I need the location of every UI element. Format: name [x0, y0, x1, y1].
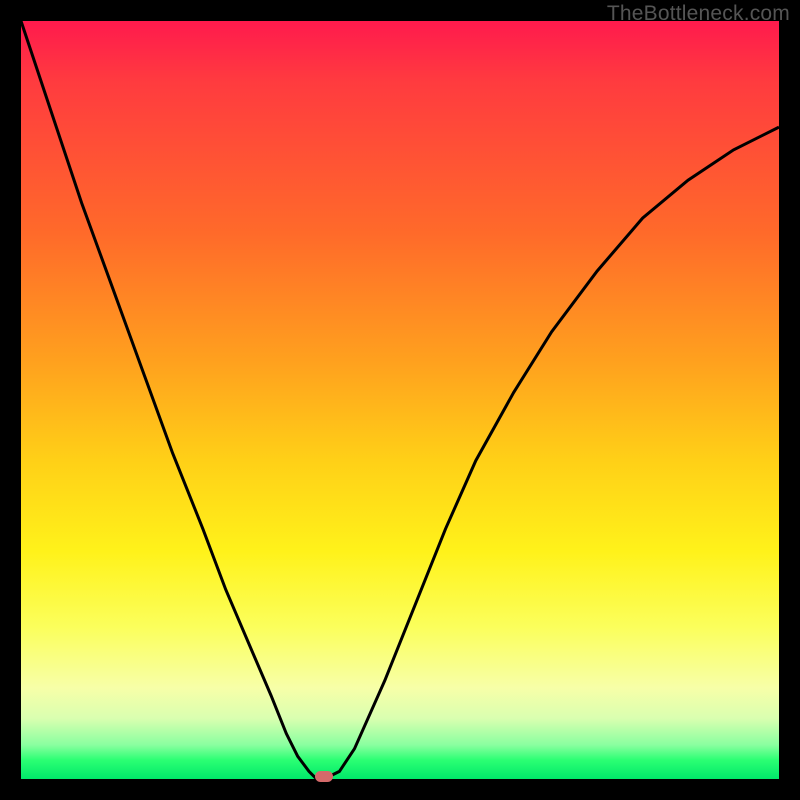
bottleneck-curve [21, 21, 779, 779]
chart-frame: TheBottleneck.com [0, 0, 800, 800]
curve-line [21, 21, 779, 779]
watermark-text: TheBottleneck.com [607, 2, 790, 26]
optimal-marker [315, 771, 333, 782]
plot-area [21, 21, 779, 779]
